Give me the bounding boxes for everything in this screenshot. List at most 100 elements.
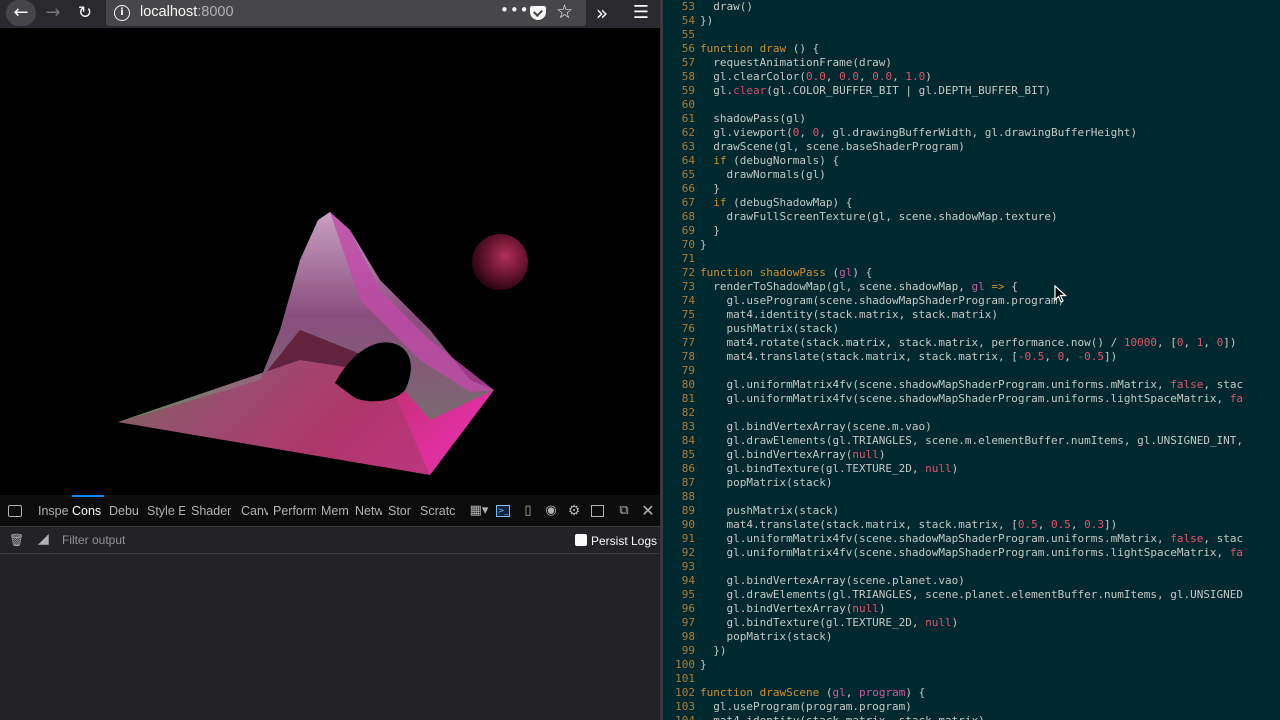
code-line[interactable]: 87 popMatrix(stack) — [663, 476, 1280, 490]
code-line[interactable]: 76 pushMatrix(stack) — [663, 322, 1280, 336]
code-line[interactable]: 64 if (debugNormals) { — [663, 154, 1280, 168]
tab-console[interactable]: Cons — [72, 495, 104, 527]
code-line[interactable]: 69 } — [663, 224, 1280, 238]
code-line[interactable]: 103 gl.useProgram(program.program) — [663, 700, 1280, 714]
code-line[interactable]: 77 mat4.rotate(stack.matrix, stack.matri… — [663, 336, 1280, 350]
tab-debugger[interactable]: Debu — [109, 495, 140, 527]
tab-canvas[interactable]: Canv — [241, 495, 268, 527]
code-text: }) — [700, 14, 714, 27]
code-line[interactable]: 66 } — [663, 182, 1280, 196]
code-line[interactable]: 95 gl.drawElements(gl.TRIANGLES, scene.p… — [663, 588, 1280, 602]
code-line[interactable]: 79 — [663, 364, 1280, 378]
tab-storage[interactable]: Stor — [388, 495, 415, 527]
code-line[interactable]: 88 — [663, 490, 1280, 504]
code-text: gl.useProgram(scene.shadowMapShaderProgr… — [700, 294, 1065, 307]
tab-style-editor[interactable]: Style E — [147, 495, 185, 527]
code-line[interactable]: 89 pushMatrix(stack) — [663, 504, 1280, 518]
code-line[interactable]: 102 function drawScene (gl, program) { — [663, 686, 1280, 700]
code-line[interactable]: 54}) — [663, 14, 1280, 28]
code-line[interactable]: 84 gl.drawElements(gl.TRIANGLES, scene.m… — [663, 434, 1280, 448]
split-console-icon[interactable]: >_ — [496, 505, 510, 517]
filter-output-input[interactable] — [58, 530, 538, 550]
line-number: 61 — [681, 112, 695, 125]
element-picker-icon[interactable] — [8, 505, 22, 517]
tab-performance[interactable]: Perform — [273, 495, 316, 527]
code-line[interactable]: 90 mat4.translate(stack.matrix, stack.ma… — [663, 518, 1280, 532]
gear-icon[interactable]: ⚙ — [566, 503, 582, 519]
code-line[interactable]: 63 drawScene(gl, scene.baseShaderProgram… — [663, 140, 1280, 154]
star-icon[interactable]: ☆ — [556, 1, 573, 23]
code-line[interactable]: 74 gl.useProgram(scene.shadowMapShaderPr… — [663, 294, 1280, 308]
screenshot-camera-icon[interactable]: ◉ — [543, 503, 559, 519]
code-line[interactable]: 70} — [663, 238, 1280, 252]
forward-arrow-icon[interactable]: → — [40, 0, 66, 26]
code-line[interactable]: 100} — [663, 658, 1280, 672]
persist-logs-checkbox[interactable] — [575, 534, 587, 546]
code-line[interactable]: 59 gl.clear(gl.COLOR_BUFFER_BIT | gl.DEP… — [663, 84, 1280, 98]
code-line[interactable]: 57 requestAnimationFrame(draw) — [663, 56, 1280, 70]
code-line[interactable]: 99 }) — [663, 644, 1280, 658]
trash-icon[interactable]: 🗑 — [9, 533, 24, 547]
code-line[interactable]: 94 gl.bindVertexArray(scene.planet.vao) — [663, 574, 1280, 588]
code-line[interactable]: 75 mat4.identity(stack.matrix, stack.mat… — [663, 308, 1280, 322]
responsive-design-icon[interactable]: ▯ — [520, 503, 536, 519]
code-line[interactable]: 58 gl.clearColor(0.0, 0.0, 0.0, 1.0) — [663, 70, 1280, 84]
overflow-chevron-icon[interactable]: » — [590, 0, 614, 26]
code-line[interactable]: 55 — [663, 28, 1280, 42]
url-text[interactable]: localhost:8000 — [140, 4, 234, 20]
code-line[interactable]: 60 — [663, 98, 1280, 112]
code-line[interactable]: 73 renderToShadowMap(gl, scene.shadowMap… — [663, 280, 1280, 294]
tab-memory[interactable]: Mem — [321, 495, 348, 527]
code-editor[interactable]: 53 draw() 54}) 55 56 function draw () {57 re… — [660, 0, 1280, 720]
code-text: mat4.rotate(stack.matrix, stack.matrix, … — [700, 336, 1237, 349]
back-arrow-icon[interactable]: ← — [6, 0, 36, 26]
code-line[interactable]: 72 function shadowPass (gl) { — [663, 266, 1280, 280]
dock-side-icon[interactable] — [591, 505, 604, 517]
layout-select-icon[interactable]: ▦▾ — [468, 503, 490, 519]
code-line[interactable]: 93 — [663, 560, 1280, 574]
url-bar[interactable]: i localhost:8000 ••• ☆ — [106, 0, 586, 26]
code-line[interactable]: 53 draw() — [663, 0, 1280, 14]
close-icon[interactable]: ✕ — [640, 503, 656, 519]
code-line[interactable]: 104 mat4.identity(stack.matrix, stack.ma… — [663, 714, 1280, 720]
code-line[interactable]: 98 popMatrix(stack) — [663, 630, 1280, 644]
code-line[interactable]: 91 gl.uniformMatrix4fv(scene.shadowMapSh… — [663, 532, 1280, 546]
code-line[interactable]: 65 drawNormals(gl) — [663, 168, 1280, 182]
tab-shader-editor[interactable]: Shader — [191, 495, 233, 527]
code-line[interactable]: 71 — [663, 252, 1280, 266]
devtools-panel: Inspe Cons Debu Style E Shader Canv Perf… — [0, 495, 660, 720]
line-number: 69 — [681, 224, 695, 237]
code-line[interactable]: 61 shadowPass(gl) — [663, 112, 1280, 126]
code-line[interactable]: 97 gl.bindTexture(gl.TEXTURE_2D, null) — [663, 616, 1280, 630]
code-line[interactable]: 101 — [663, 672, 1280, 686]
code-line[interactable]: 62 gl.viewport(0, 0, gl.drawingBufferWid… — [663, 126, 1280, 140]
tab-network[interactable]: Netw — [355, 495, 382, 527]
tab-scratchpad[interactable]: Scratc — [420, 495, 458, 527]
code-line[interactable]: 82 — [663, 406, 1280, 420]
code-text: gl.useProgram(program.program) — [700, 700, 912, 713]
undock-window-icon[interactable]: ⧉ — [616, 503, 632, 519]
info-icon[interactable]: i — [114, 5, 130, 21]
webgl-canvas[interactable] — [0, 28, 660, 495]
code-line[interactable]: 92 gl.uniformMatrix4fv(scene.shadowMapSh… — [663, 546, 1280, 560]
code-line[interactable]: 81 gl.uniformMatrix4fv(scene.shadowMapSh… — [663, 392, 1280, 406]
more-dots-icon[interactable]: ••• — [500, 1, 530, 19]
code-line[interactable]: 86 gl.bindTexture(gl.TEXTURE_2D, null) — [663, 462, 1280, 476]
line-number: 63 — [681, 140, 695, 153]
code-line[interactable]: 56 function draw () { — [663, 42, 1280, 56]
code-line[interactable]: 83 gl.bindVertexArray(scene.m.vao) — [663, 420, 1280, 434]
line-number: 74 — [681, 294, 695, 307]
reload-icon[interactable]: ↻ — [72, 0, 98, 26]
console-output[interactable] — [0, 555, 660, 720]
code-line[interactable]: 67 if (debugShadowMap) { — [663, 196, 1280, 210]
hamburger-menu-icon[interactable]: ☰ — [628, 0, 654, 26]
code-line[interactable]: 85 gl.bindVertexArray(null) — [663, 448, 1280, 462]
pocket-icon[interactable] — [530, 6, 546, 20]
code-line[interactable]: 78 mat4.translate(stack.matrix, stack.ma… — [663, 350, 1280, 364]
code-line[interactable]: 80 gl.uniformMatrix4fv(scene.shadowMapSh… — [663, 378, 1280, 392]
code-line[interactable]: 96 gl.bindVertexArray(null) — [663, 602, 1280, 616]
line-number: 72 — [681, 266, 695, 279]
tab-inspector[interactable]: Inspe — [38, 495, 71, 527]
code-line[interactable]: 68 drawFullScreenTexture(gl, scene.shado… — [663, 210, 1280, 224]
